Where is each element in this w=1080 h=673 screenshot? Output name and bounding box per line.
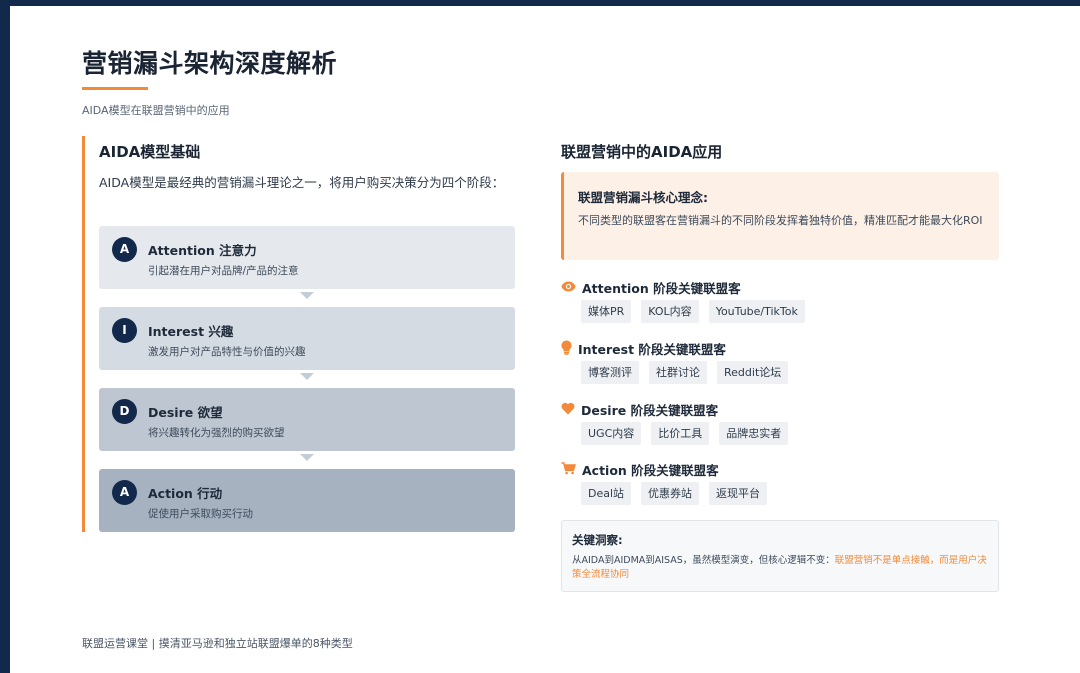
- affiliate-tag: Deal站: [581, 482, 632, 505]
- stage-heading-label: Action 阶段关键联盟客: [582, 463, 719, 478]
- stage-title: Attention 注意力: [148, 243, 257, 258]
- down-arrow-icon: [300, 454, 314, 461]
- aida-basics-section: AIDA模型基础 AIDA模型是最经典的营销漏斗理论之一，将用户购买决策分为四个…: [82, 136, 515, 532]
- core-concept-text: 不同类型的联盟客在营销漏斗的不同阶段发挥着独特价值，精准匹配才能最大化ROI: [578, 214, 983, 227]
- action-affiliate-tags: Deal站 优惠券站 返现平台: [581, 482, 768, 505]
- aida-basics-intro: AIDA模型是最经典的营销漏斗理论之一，将用户购买决策分为四个阶段：: [99, 175, 505, 190]
- stage-card-action: A Action 行动 促使用户采取购买行动: [99, 469, 515, 532]
- affiliate-tag: 社群讨论: [649, 361, 707, 384]
- down-arrow-icon: [300, 373, 314, 380]
- stage-card-desire: D Desire 欲望 将兴趣转化为强烈的购买欲望: [99, 388, 515, 451]
- title-underline: [82, 87, 148, 90]
- affiliate-tag: 返现平台: [709, 482, 768, 505]
- top-accent-bar: [0, 0, 1080, 6]
- core-concept-box: 联盟营销漏斗核心理念: 不同类型的联盟客在营销漏斗的不同阶段发挥着独特价值，精准…: [561, 172, 999, 260]
- page-subtitle: AIDA模型在联盟营销中的应用: [82, 104, 230, 117]
- attention-affiliates-heading: Attention 阶段关键联盟客: [561, 278, 741, 297]
- affiliate-tag: 媒体PR: [581, 300, 632, 323]
- affiliate-tag: 博客测评: [581, 361, 639, 384]
- desire-affiliates-heading: Desire 阶段关键联盟客: [561, 400, 718, 419]
- interest-affiliates-heading: Interest 阶段关键联盟客: [561, 339, 726, 358]
- eye-icon: [561, 280, 576, 295]
- stage-badge: D: [112, 399, 137, 424]
- aida-basics-heading: AIDA模型基础: [99, 143, 201, 161]
- affiliate-tag: UGC内容: [581, 422, 642, 445]
- stage-badge: A: [112, 237, 137, 262]
- stage-badge: A: [112, 480, 137, 505]
- affiliate-tag: 品牌忠实者: [719, 422, 789, 445]
- stage-heading-label: Interest 阶段关键联盟客: [578, 342, 726, 357]
- stage-description: 将兴趣转化为强烈的购买欲望: [148, 427, 285, 439]
- stage-card-interest: I Interest 兴趣 激发用户对产品特性与价值的兴趣: [99, 307, 515, 370]
- footer-text: 联盟运营课堂 | 摸清亚马逊和独立站联盟爆单的8种类型: [82, 637, 353, 650]
- stage-description: 激发用户对产品特性与价值的兴趣: [148, 346, 306, 358]
- stage-badge: I: [112, 318, 137, 343]
- attention-affiliate-tags: 媒体PR KOL内容 YouTube/TikTok: [581, 300, 805, 323]
- stage-description: 引起潜在用户对品牌/产品的注意: [148, 265, 299, 277]
- core-concept-title: 联盟营销漏斗核心理念:: [578, 190, 708, 205]
- left-accent-bar: [0, 0, 10, 673]
- affiliate-tag: 优惠券站: [641, 482, 700, 505]
- down-arrow-icon: [300, 292, 314, 299]
- key-insight-box: 关键洞察: 从AIDA到AIDMA到AISAS，虽然模型演变，但核心逻辑不变：联…: [561, 520, 999, 592]
- key-insight-title: 关键洞察:: [572, 533, 623, 547]
- page-title: 营销漏斗架构深度解析: [82, 49, 338, 78]
- heart-icon: [561, 402, 575, 418]
- aida-application-heading: 联盟营销中的AIDA应用: [561, 143, 723, 161]
- stage-description: 促使用户采取购买行动: [148, 508, 253, 520]
- stage-card-attention: A Attention 注意力 引起潜在用户对品牌/产品的注意: [99, 226, 515, 289]
- interest-affiliate-tags: 博客测评 社群讨论 Reddit论坛: [581, 361, 789, 384]
- desire-affiliate-tags: UGC内容 比价工具 品牌忠实者: [581, 422, 789, 445]
- cart-icon: [561, 461, 576, 478]
- lightbulb-icon: [561, 340, 572, 358]
- action-affiliates-heading: Action 阶段关键联盟客: [561, 460, 719, 479]
- stage-title: Desire 欲望: [148, 405, 223, 420]
- affiliate-tag: KOL内容: [641, 300, 699, 323]
- stage-heading-label: Attention 阶段关键联盟客: [582, 281, 741, 296]
- key-insight-text: 从AIDA到AIDMA到AISAS，虽然模型演变，但核心逻辑不变：联盟营销不是单…: [572, 554, 990, 582]
- key-insight-plain: 从AIDA到AIDMA到AISAS，虽然模型演变，但核心逻辑不变：: [572, 555, 835, 566]
- stage-title: Action 行动: [148, 486, 223, 501]
- affiliate-tag: Reddit论坛: [717, 361, 789, 384]
- affiliate-tag: YouTube/TikTok: [708, 300, 805, 323]
- affiliate-tag: 比价工具: [651, 422, 710, 445]
- stage-title: Interest 兴趣: [148, 324, 234, 339]
- stage-heading-label: Desire 阶段关键联盟客: [581, 403, 719, 418]
